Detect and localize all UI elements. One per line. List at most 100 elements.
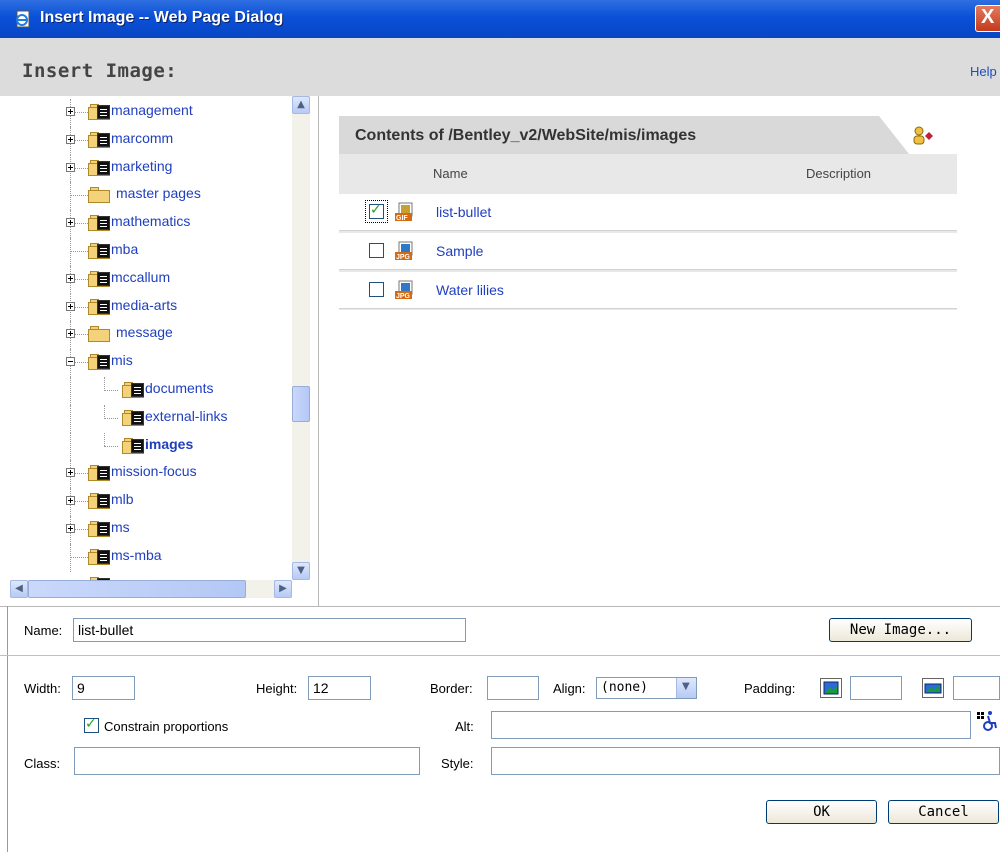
file-row[interactable]: JPG Sample bbox=[339, 233, 957, 270]
dialog-title: Insert Image: bbox=[22, 60, 178, 82]
tree-horizontal-scrollbar[interactable]: ◀ ▶ bbox=[10, 580, 292, 598]
tree-item-label: message bbox=[116, 324, 173, 341]
tree-item-mission-focus[interactable]: mission-focus bbox=[10, 460, 292, 489]
expand-icon[interactable] bbox=[66, 329, 75, 339]
dropdown-arrow-icon[interactable]: ▼ bbox=[676, 678, 696, 698]
column-header-name[interactable]: Name bbox=[433, 166, 468, 181]
file-name-link[interactable]: Sample bbox=[436, 243, 483, 259]
file-row[interactable]: GIF list-bullet bbox=[339, 194, 957, 231]
class-label: Class: bbox=[24, 756, 61, 771]
height-input[interactable] bbox=[308, 676, 371, 700]
scroll-right-button[interactable]: ▶ bbox=[274, 580, 292, 598]
folder-page-icon bbox=[88, 159, 110, 176]
file-select-checkbox[interactable] bbox=[369, 282, 384, 297]
cancel-button[interactable]: Cancel bbox=[888, 800, 999, 824]
expand-icon[interactable] bbox=[66, 468, 75, 478]
tree-item-mis[interactable]: mis bbox=[10, 349, 292, 377]
folder-page-icon bbox=[88, 298, 110, 315]
border-label: Border: bbox=[430, 681, 473, 696]
tree-item-label: mccallum bbox=[111, 268, 171, 285]
chevron-left-icon: ◀ bbox=[15, 583, 23, 594]
dialog-left-edge bbox=[7, 606, 8, 852]
tree-item-label: mba bbox=[111, 241, 139, 257]
name-input[interactable] bbox=[73, 618, 466, 642]
tree-connector bbox=[104, 445, 118, 447]
tree-item-mba[interactable]: mba bbox=[10, 238, 292, 266]
tree-item-ms[interactable]: ms bbox=[10, 516, 292, 544]
expand-icon[interactable] bbox=[66, 273, 75, 283]
tree-item-images[interactable]: images bbox=[10, 432, 292, 461]
chevron-up-icon: ▲ bbox=[297, 99, 305, 110]
gif-file-icon: GIF bbox=[395, 202, 413, 222]
jpg-file-icon: JPG bbox=[395, 280, 413, 300]
width-input[interactable] bbox=[72, 676, 135, 700]
new-image-button[interactable]: New Image... bbox=[829, 618, 972, 642]
name-label: Name: bbox=[24, 623, 63, 638]
column-header-description[interactable]: Description bbox=[806, 166, 871, 181]
dialog-header: Insert Image: Help bbox=[0, 38, 1000, 96]
expand-icon[interactable] bbox=[66, 162, 75, 172]
collapse-icon[interactable] bbox=[66, 357, 75, 367]
ie-page-icon bbox=[16, 10, 30, 28]
scroll-up-button[interactable]: ▲ bbox=[292, 96, 310, 114]
tree-item-mlb[interactable]: mlb bbox=[10, 488, 292, 516]
folder-page-icon bbox=[122, 382, 144, 398]
folder-page-icon bbox=[88, 131, 110, 148]
expand-icon[interactable] bbox=[66, 301, 75, 311]
tree-item-master-pages[interactable]: master pages bbox=[10, 182, 292, 211]
tree-item-label: ms bbox=[111, 519, 130, 535]
folder-page-icon bbox=[88, 215, 110, 232]
scroll-thumb[interactable] bbox=[292, 386, 310, 422]
tree-item-label: master pages bbox=[116, 185, 201, 202]
user-permissions-icon[interactable] bbox=[911, 126, 937, 146]
file-select-checkbox[interactable] bbox=[369, 243, 384, 258]
expand-icon[interactable] bbox=[66, 496, 75, 506]
file-select-checkbox[interactable] bbox=[369, 202, 384, 219]
padding-horizontal-input[interactable] bbox=[850, 676, 902, 700]
tree-item-documents[interactable]: documents bbox=[10, 377, 292, 405]
accessibility-icon[interactable] bbox=[976, 710, 998, 732]
constrain-proportions-checkbox[interactable] bbox=[84, 716, 99, 733]
scroll-down-button[interactable]: ▼ bbox=[292, 562, 310, 580]
class-input[interactable] bbox=[74, 747, 420, 775]
tree-connector bbox=[104, 377, 105, 391]
tree-item-media-arts[interactable]: media-arts bbox=[10, 293, 292, 322]
tree-item-external-links[interactable]: external-links bbox=[10, 404, 292, 433]
tree-item-mccallum[interactable]: mccallum bbox=[10, 265, 292, 294]
align-select[interactable]: (none) ▼ bbox=[596, 677, 697, 699]
tree-item-mathematics[interactable]: mathematics bbox=[10, 210, 292, 238]
folder-icon bbox=[88, 326, 110, 343]
help-link[interactable]: Help bbox=[970, 64, 997, 79]
expand-icon[interactable] bbox=[66, 524, 75, 533]
tree-item-label: marcomm bbox=[111, 129, 174, 146]
tree-item-label: mathematics bbox=[111, 213, 191, 230]
tree-item-marketing[interactable]: marketing bbox=[10, 154, 292, 183]
tree-item-marcomm[interactable]: marcomm bbox=[10, 126, 292, 155]
scroll-thumb-horizontal[interactable] bbox=[28, 580, 246, 598]
contents-title: Contents of /Bentley_v2/WebSite/mis/imag… bbox=[355, 127, 697, 144]
tree-item-management[interactable]: management bbox=[10, 99, 292, 127]
scroll-left-button[interactable]: ◀ bbox=[10, 580, 28, 598]
folder-icon bbox=[88, 187, 110, 204]
style-input[interactable] bbox=[491, 747, 1000, 775]
expand-icon[interactable] bbox=[66, 218, 75, 228]
padding-vertical-input[interactable] bbox=[953, 676, 1000, 700]
tree-vertical-scrollbar[interactable]: ▲ ▼ bbox=[292, 96, 310, 580]
ok-button[interactable]: OK bbox=[766, 800, 877, 824]
alt-input[interactable] bbox=[491, 711, 971, 739]
svg-text:JPG: JPG bbox=[396, 293, 411, 300]
file-name-link[interactable]: list-bullet bbox=[436, 204, 491, 220]
tree-connector bbox=[70, 251, 88, 252]
expand-icon[interactable] bbox=[66, 134, 75, 144]
tree-item-message[interactable]: message bbox=[10, 321, 292, 350]
close-icon: X bbox=[981, 6, 995, 28]
tree-item-ms-mba[interactable]: ms-mba bbox=[10, 543, 292, 572]
expand-icon[interactable] bbox=[66, 107, 75, 116]
jpg-file-icon: JPG bbox=[395, 241, 413, 261]
folder-page-icon bbox=[122, 409, 144, 426]
border-input[interactable] bbox=[487, 676, 539, 700]
file-row[interactable]: JPG Water lilies bbox=[339, 272, 957, 309]
tree-connector bbox=[70, 404, 71, 433]
close-button[interactable]: X bbox=[975, 5, 1000, 32]
file-name-link[interactable]: Water lilies bbox=[436, 282, 504, 298]
